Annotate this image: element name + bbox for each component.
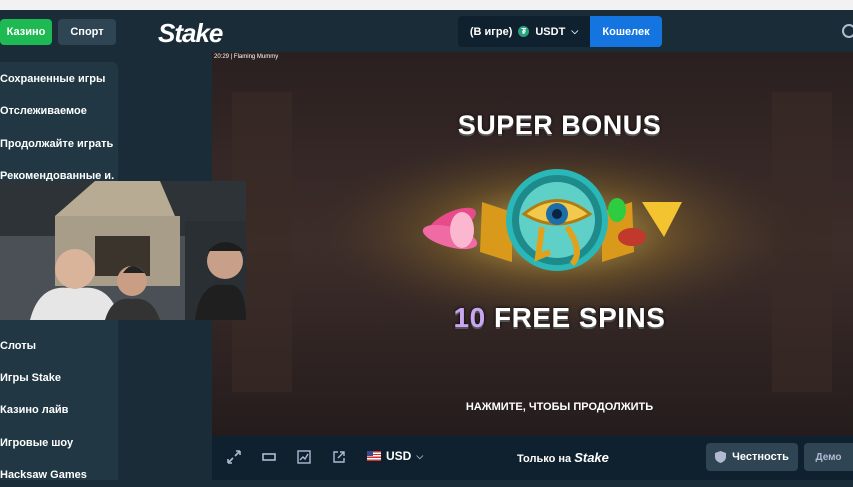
popout-icon[interactable] [332, 450, 346, 464]
game-frame[interactable]: 20:29 | Flaming Mummy SUPER BONUS 10 FRE… [212, 52, 853, 436]
free-spins-count: 10 [453, 302, 486, 333]
sidebar-item-saved-games[interactable]: Сохраненные игры [0, 67, 114, 91]
only-on-stake: Только на Stake [517, 450, 609, 465]
shield-icon [715, 451, 727, 463]
sidebar-item-tracked[interactable]: Отслеживаемое [0, 99, 114, 123]
tab-casino[interactable]: Казино [0, 19, 52, 45]
sidebar-item-continue-playing[interactable]: Продолжайте играть [0, 132, 114, 156]
us-flag-icon [367, 451, 381, 461]
sidebar-item-hacksaw[interactable]: Hacksaw Games [0, 463, 114, 487]
game-caption: 20:29 | Flaming Mummy [214, 54, 279, 60]
usdt-coin-icon: ₮ [518, 26, 530, 37]
fairness-label: Честность [732, 451, 789, 463]
free-spins-text: FREE SPINS [493, 302, 666, 333]
bonus-title: SUPER BONUS [457, 110, 662, 140]
webcam-overlay [0, 181, 246, 320]
wallet-button[interactable]: Кошелек [590, 16, 662, 47]
wallet-currency: USDT [535, 25, 566, 38]
display-currency-selector[interactable]: USD ⌵ [367, 449, 423, 463]
chevron-down-icon: ⌵ [416, 450, 424, 461]
sidebar-item-game-shows[interactable]: Игровые шоу [0, 431, 114, 455]
theatre-mode-icon[interactable] [262, 450, 276, 464]
chevron-down-icon: ⌵ [571, 26, 579, 36]
sidebar-item-live-casino[interactable]: Казино лайв [0, 398, 114, 422]
sidebar-item-slots[interactable]: Слоты [0, 334, 114, 358]
browser-bookmarks-strip [0, 0, 853, 10]
fairness-button[interactable]: Честность [706, 443, 798, 471]
only-on-text: Только на [517, 453, 572, 465]
only-on-brand: Stake [574, 450, 609, 465]
webcam-feed-image [0, 181, 246, 320]
continue-prompt[interactable]: НАЖМИТЕ, ЧТОБЫ ПРОДОЛЖИТЬ [212, 401, 853, 413]
tab-sport[interactable]: Спорт [58, 19, 116, 45]
search-icon[interactable] [842, 24, 853, 38]
sidebar-item-stake-games[interactable]: Игры Stake [0, 366, 114, 390]
fullscreen-icon[interactable] [227, 450, 241, 464]
game-toolbar: USD ⌵ Только на Stake Честность Демо [212, 436, 853, 480]
stats-icon[interactable] [297, 450, 311, 464]
wallet-status: (В игре) [469, 25, 513, 38]
stake-logo[interactable]: Stake [158, 18, 223, 49]
display-currency: USD [386, 449, 412, 463]
top-navigation: Казино Спорт Stake (В игре) ₮ USDT ⌵ Кош… [0, 10, 853, 52]
wallet-balance-selector[interactable]: (В игре) ₮ USDT ⌵ [458, 16, 590, 47]
demo-toggle[interactable]: Демо [804, 443, 853, 471]
free-spins-banner: 10 FREE SPINS [212, 302, 853, 334]
